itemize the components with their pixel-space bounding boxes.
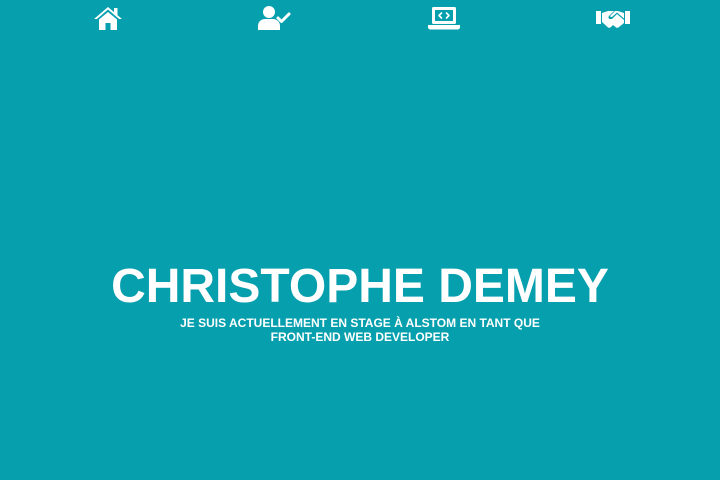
nav-contact-link[interactable] <box>595 4 631 32</box>
top-navigation <box>0 0 720 36</box>
nav-home-link[interactable] <box>90 4 126 32</box>
hero-subtitle: JE SUIS ACTUELLEMENT EN STAGE À ALSTOM E… <box>180 316 540 344</box>
handshake-icon <box>596 11 630 28</box>
home-icon <box>94 7 122 30</box>
nav-projects-link[interactable] <box>426 4 462 32</box>
hero-section: CHRISTOPHE DEMEY JE SUIS ACTUELLEMENT EN… <box>0 258 720 344</box>
user-check-icon <box>258 6 291 30</box>
hero-name: CHRISTOPHE DEMEY <box>111 260 609 313</box>
laptop-code-icon <box>428 7 460 30</box>
nav-about-link[interactable] <box>257 4 293 32</box>
